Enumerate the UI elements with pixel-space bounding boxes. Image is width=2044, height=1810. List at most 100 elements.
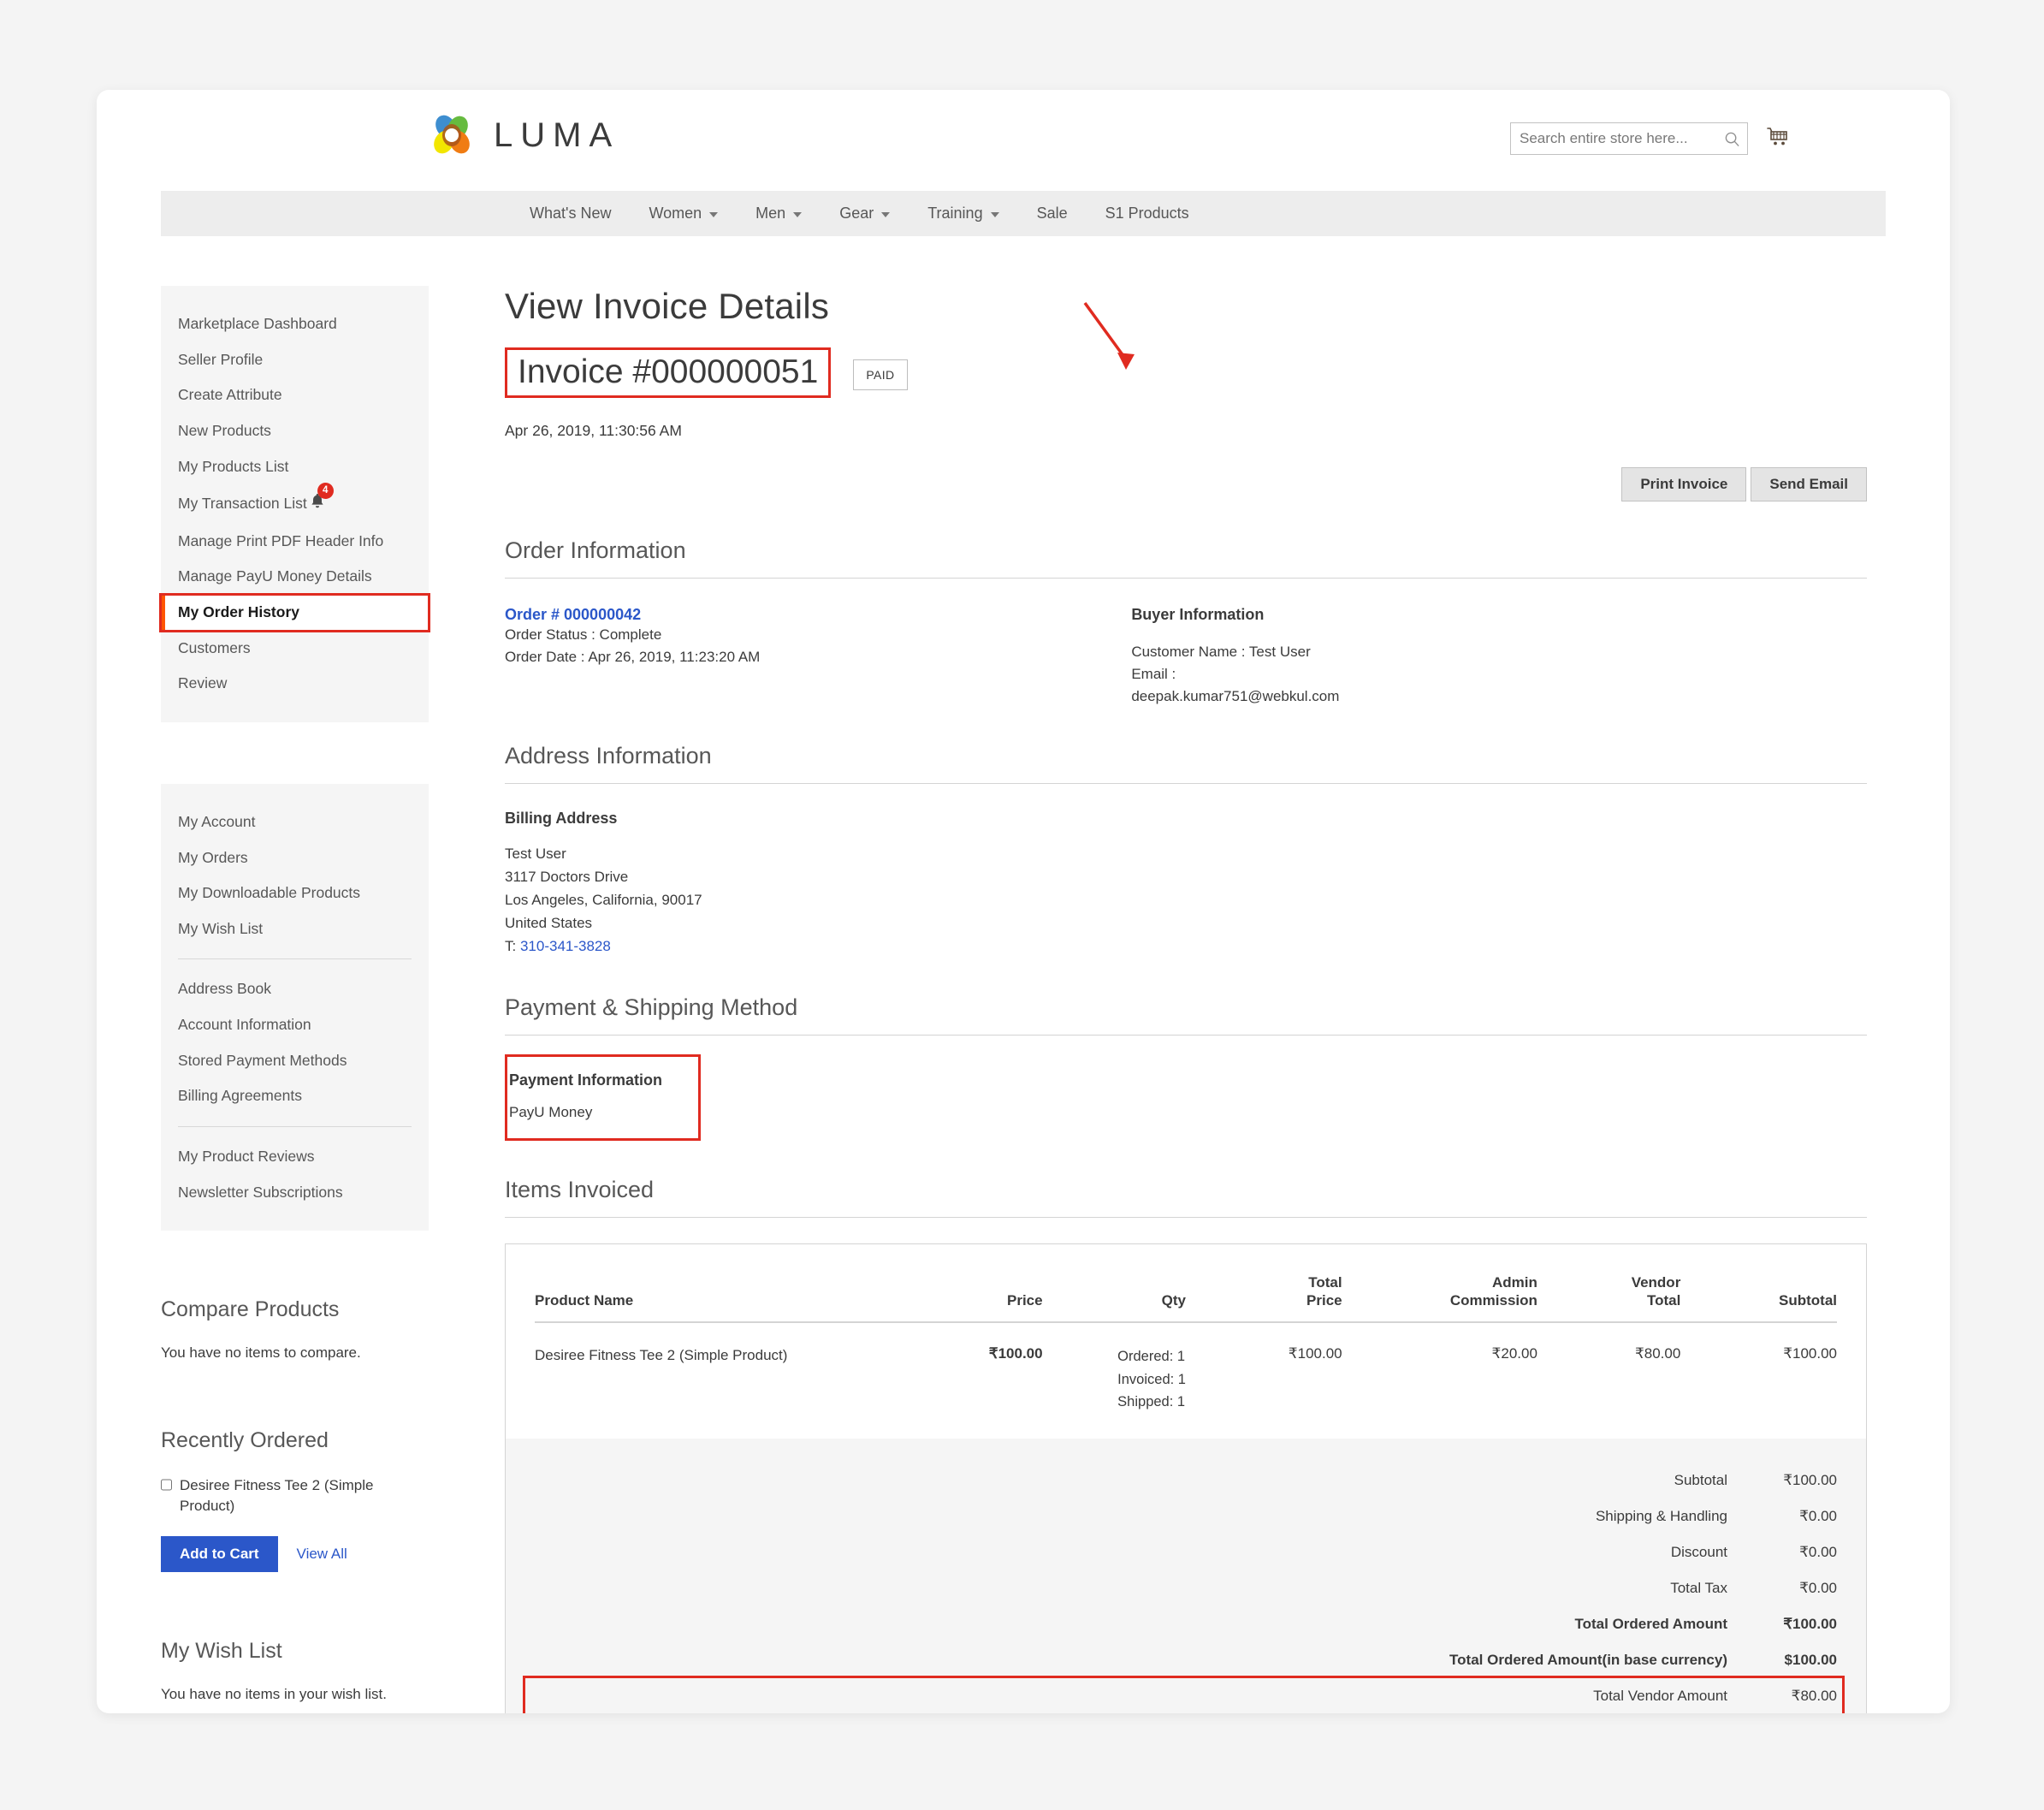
recently-ordered-widget: Recently Ordered Desiree Fitness Tee 2 (… — [161, 1428, 429, 1572]
sidebar-item-label: My Transaction List — [178, 495, 307, 512]
invoice-action-bar: Print Invoice Send Email — [505, 467, 1867, 501]
sidebar-item-my-product-reviews[interactable]: My Product Reviews — [161, 1139, 429, 1175]
sidebar-item-my-account[interactable]: My Account — [161, 804, 429, 840]
totals-row: Discount₹0.00 — [535, 1534, 1837, 1570]
cell-price: ₹100.00 — [912, 1322, 1042, 1439]
print-invoice-button[interactable]: Print Invoice — [1621, 467, 1746, 501]
address-line: Los Angeles, California, 90017 — [505, 889, 1867, 912]
totals-row: Total Vendor Amount₹80.00 — [535, 1678, 1837, 1713]
totals-label: Total Ordered Amount(in base currency) — [535, 1642, 1727, 1678]
search-glyph-icon — [1724, 131, 1740, 147]
compare-products-title: Compare Products — [161, 1297, 415, 1322]
recently-ordered-item-label: Desiree Fitness Tee 2 (Simple Product) — [180, 1475, 415, 1516]
qty-shipped: Shipped: 1 — [1117, 1391, 1186, 1413]
search-box[interactable] — [1510, 122, 1748, 155]
sidebar-item-seller-profile[interactable]: Seller Profile — [161, 342, 429, 378]
sidebar-item-my-wish-list[interactable]: My Wish List — [161, 911, 429, 947]
cart-icon[interactable] — [1763, 122, 1793, 153]
chevron-down-icon — [881, 212, 890, 217]
add-to-cart-button[interactable]: Add to Cart — [161, 1536, 278, 1572]
sidebar-item-my-orders[interactable]: My Orders — [161, 840, 429, 876]
chevron-down-icon — [709, 212, 718, 217]
send-email-button[interactable]: Send Email — [1751, 467, 1867, 501]
col-price: Price — [912, 1273, 1042, 1323]
search-input[interactable] — [1511, 130, 1717, 147]
totals-label: Total Tax — [535, 1570, 1727, 1606]
menu-divider-2 — [178, 1126, 412, 1127]
nav-item-training[interactable]: Training — [909, 191, 1017, 236]
totals-label: Discount — [535, 1534, 1727, 1570]
browser-page-frame: LUMA Wha — [97, 90, 1950, 1713]
table-row: Desiree Fitness Tee 2 (Simple Product)₹1… — [535, 1322, 1837, 1439]
marketplace-menu-block: Marketplace DashboardSeller Profile Creat… — [161, 286, 429, 722]
col-total-price: TotalPrice — [1186, 1273, 1342, 1323]
totals-value: ₹100.00 — [1727, 1606, 1837, 1642]
sidebar-item-label: Create Attribute — [178, 386, 282, 403]
sidebar-item-my-transaction-list[interactable]: My Transaction List 4 — [161, 484, 429, 524]
luma-logo[interactable]: LUMA — [429, 112, 619, 158]
nav-item-men[interactable]: Men — [737, 191, 821, 236]
cell-admin-commission: ₹20.00 — [1342, 1322, 1537, 1439]
recently-ordered-checkbox[interactable] — [161, 1479, 172, 1491]
address-line: United States — [505, 912, 1867, 935]
sidebar-item-my-products-list[interactable]: My Products List — [161, 449, 429, 485]
sidebar-item-marketplace-dashboard[interactable]: Marketplace Dashboard — [161, 306, 429, 342]
sidebar-item-newsletter-subscriptions[interactable]: Newsletter Subscriptions — [161, 1175, 429, 1211]
totals-value: ₹0.00 — [1727, 1498, 1837, 1534]
order-information-body: Order # 000000042 Order Status : Complet… — [505, 606, 1867, 707]
sidebar-item-new-products[interactable]: New Products — [161, 413, 429, 449]
buyer-information-col: Buyer Information Customer Name : Test U… — [1131, 606, 1867, 707]
sidebar-item-review[interactable]: Review — [161, 666, 429, 702]
nav-item-label: S1 Products — [1105, 205, 1189, 223]
totals-row: Subtotal₹100.00 — [535, 1463, 1837, 1498]
sidebar-item-stored-payment-methods[interactable]: Stored Payment Methods — [161, 1043, 429, 1079]
totals-label: Subtotal — [535, 1463, 1727, 1498]
qty-ordered: Ordered: 1 — [1117, 1345, 1186, 1368]
nav-item-what-s-new[interactable]: What's New — [530, 191, 630, 236]
items-table-header-row: Product Name Price Qty TotalPrice AdminC… — [535, 1273, 1837, 1323]
account-menu-group-3: My Product Reviews Newsletter Subscriptio… — [161, 1139, 429, 1210]
order-link[interactable]: Order # 000000042 — [505, 606, 641, 623]
address-line: Test User — [505, 843, 1867, 866]
account-menu-block: My AccountMy OrdersMy Downloadable Produ… — [161, 784, 429, 1231]
billing-phone-row: T: 310-341-3828 — [505, 935, 1867, 958]
totals-table: Subtotal₹100.00Shipping & Handling₹0.00D… — [535, 1463, 1837, 1713]
nav-item-s1-products[interactable]: S1 Products — [1087, 191, 1208, 236]
sidebar-item-address-book[interactable]: Address Book — [161, 971, 429, 1007]
sidebar-item-manage-print-pdf-header-info[interactable]: Manage Print PDF Header Info — [161, 524, 429, 560]
sidebar-item-my-order-history[interactable]: My Order History — [161, 595, 429, 631]
sidebar-item-account-information[interactable]: Account Information — [161, 1007, 429, 1043]
totals-value: ₹0.00 — [1727, 1534, 1837, 1570]
recently-ordered-title: Recently Ordered — [161, 1428, 415, 1453]
address-line: 3117 Doctors Drive — [505, 866, 1867, 889]
recently-ordered-item[interactable]: Desiree Fitness Tee 2 (Simple Product) — [161, 1475, 415, 1516]
totals-block: Subtotal₹100.00Shipping & Handling₹0.00D… — [506, 1439, 1866, 1713]
col-admin-commission: AdminCommission — [1342, 1273, 1537, 1323]
nav-item-gear[interactable]: Gear — [821, 191, 909, 236]
site-header: LUMA — [97, 90, 1950, 191]
search-icon[interactable] — [1717, 123, 1747, 154]
sidebar-item-billing-agreements[interactable]: Billing Agreements — [161, 1078, 429, 1114]
sidebar-item-create-attribute[interactable]: Create Attribute — [161, 377, 429, 413]
phone-link[interactable]: 310-341-3828 — [520, 938, 611, 954]
sidebar-item-customers[interactable]: Customers — [161, 631, 429, 667]
sidebar-item-manage-payu-money-details[interactable]: Manage PayU Money Details — [161, 559, 429, 595]
billing-address-block: Billing Address Test User3117 Doctors Dr… — [505, 810, 1867, 958]
totals-value: $100.00 — [1727, 1642, 1837, 1678]
nav-item-women[interactable]: Women — [630, 191, 737, 236]
order-date: Order Date : Apr 26, 2019, 11:23:20 AM — [505, 646, 1131, 668]
chevron-down-icon — [793, 212, 802, 217]
totals-label: Total Ordered Amount — [535, 1606, 1727, 1642]
annotation-arrow — [1078, 298, 1155, 383]
view-all-link[interactable]: View All — [297, 1546, 347, 1563]
payment-method: PayU Money — [508, 1101, 662, 1124]
items-invoiced-panel: Product Name Price Qty TotalPrice AdminC… — [505, 1243, 1867, 1713]
buyer-information-heading: Buyer Information — [1131, 606, 1867, 624]
sidebar-item-label: Review — [178, 674, 227, 691]
sidebar-item-label: Newsletter Subscriptions — [178, 1184, 343, 1201]
nav-item-sale[interactable]: Sale — [1018, 191, 1087, 236]
sidebar-item-my-downloadable-products[interactable]: My Downloadable Products — [161, 875, 429, 911]
payment-information-heading: Payment Information — [508, 1071, 662, 1089]
notification-badge: 4 — [317, 483, 334, 499]
cell-subtotal: ₹100.00 — [1680, 1322, 1837, 1439]
